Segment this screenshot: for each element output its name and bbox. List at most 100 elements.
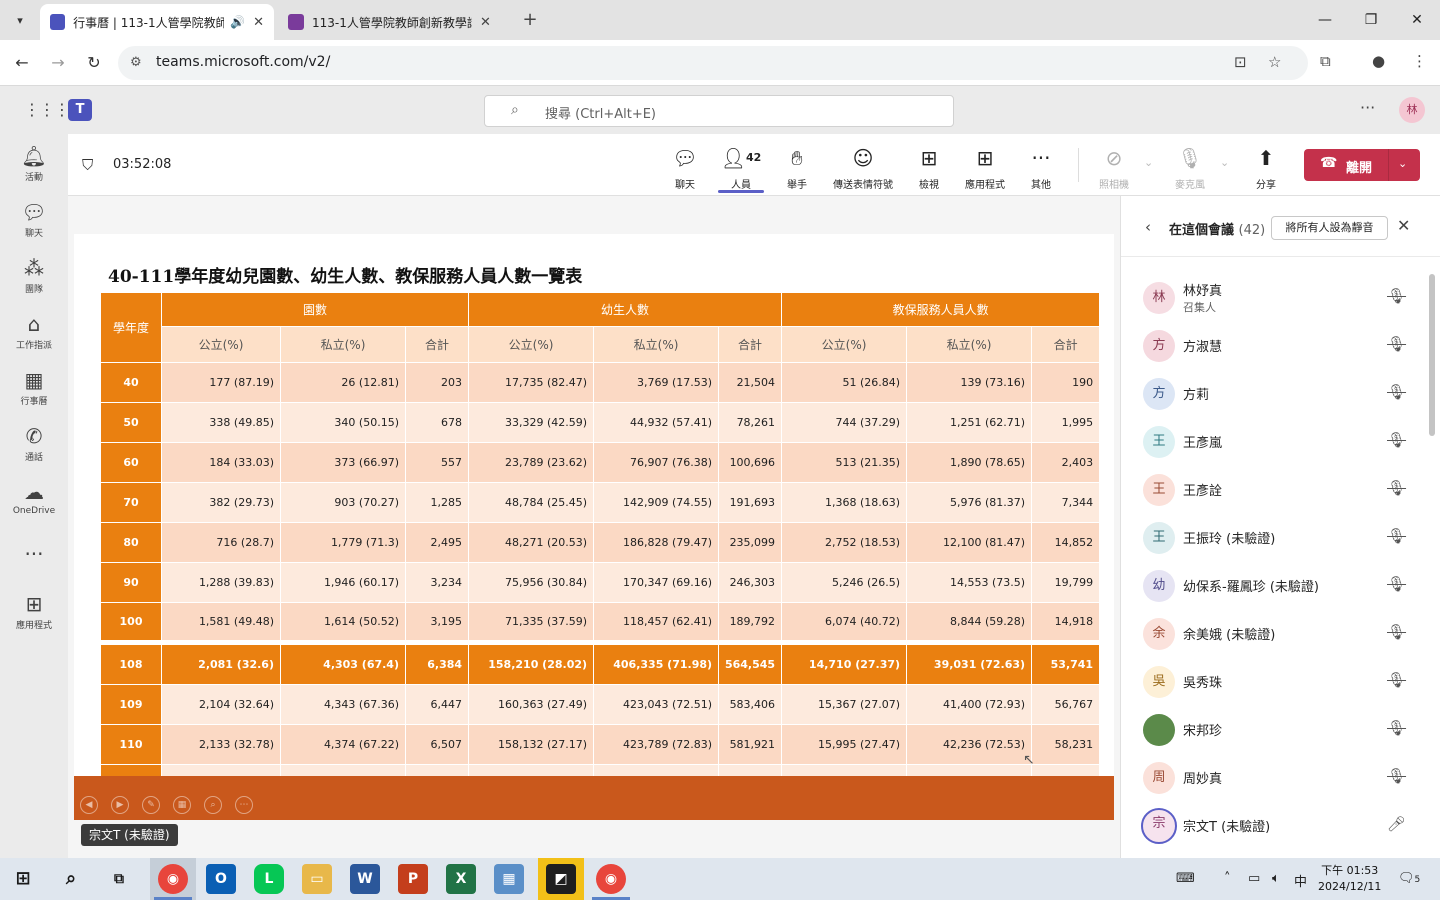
back-chevron-icon[interactable]: ‹ [1145, 218, 1151, 236]
sticky-notes-icon[interactable]: ◩ [546, 864, 576, 894]
close-window-button[interactable]: ✕ [1394, 0, 1440, 40]
panel-scrollbar[interactable] [1429, 274, 1435, 436]
browser-tab-calendar[interactable]: 行事曆 | 113-1人管學院教師 🔊 ✕ [40, 4, 274, 40]
avatar[interactable]: 林 [1399, 97, 1425, 123]
browser-tab-forms[interactable]: 113-1人管學院教師創新教學講 ✕ [278, 4, 512, 40]
leave-options-chevron-icon[interactable]: ⌄ [1398, 157, 1407, 170]
mic-muted-icon[interactable]: 🎙︎ [1387, 383, 1406, 401]
more-actions-button[interactable]: ··· 其他 [1028, 146, 1054, 191]
view-button[interactable]: ⊞ 檢視 [916, 146, 942, 191]
participant-item[interactable]: 宗宗文T (未驗證) 🎤︎ [1121, 802, 1421, 850]
mic-icon[interactable]: 🎤︎ [1387, 815, 1406, 833]
raise-hand-button[interactable]: ✋︎ 舉手 [784, 146, 810, 191]
install-app-icon[interactable]: ⊡ [1234, 53, 1247, 71]
mic-muted-icon[interactable]: 🎙︎ [1387, 527, 1406, 545]
participant-item[interactable]: 周周妙真 🎙︎ [1121, 754, 1421, 802]
site-info-icon[interactable]: ⚙ [130, 55, 142, 70]
new-tab-button[interactable]: + [518, 8, 542, 32]
close-tab-icon[interactable]: ✕ [253, 15, 264, 30]
forward-button[interactable]: → [45, 50, 71, 76]
tab-search-dropdown[interactable]: ▾ [8, 8, 32, 32]
chat-button[interactable]: 💬︎ 聊天 [672, 146, 698, 191]
rail-calendar[interactable]: ▦ 行事曆 [0, 368, 68, 407]
notification-icon[interactable]: 🗨︎5 [1398, 871, 1420, 886]
participant-item[interactable]: 方方淑慧 🎙︎ [1121, 322, 1421, 370]
participant-item[interactable]: 方方莉 🎙︎ [1121, 370, 1421, 418]
participant-item[interactable]: 幼幼保系-羅鳳珍 (未驗證) 🎙︎ [1121, 562, 1421, 610]
file-explorer-icon[interactable]: ▭ [302, 864, 332, 894]
mic-muted-icon[interactable]: 🎙︎ [1387, 719, 1406, 737]
mic-muted-icon[interactable]: 🎙︎ [1387, 623, 1406, 641]
slides-grid-icon[interactable]: ▦ [173, 796, 191, 814]
prev-slide-icon[interactable]: ◀ [80, 796, 98, 814]
rail-assignments[interactable]: ⌂ 工作指派 [0, 312, 68, 351]
excel-icon[interactable]: X [446, 864, 476, 894]
browser-menu-icon[interactable]: ⋮ [1412, 52, 1427, 70]
profile-icon[interactable]: ● [1372, 52, 1385, 70]
rail-teams[interactable]: ⁂ 團隊 [0, 256, 68, 295]
outlook-icon[interactable]: O [206, 864, 236, 894]
url-text[interactable]: teams.microsoft.com/v2/ [156, 54, 330, 70]
mic-muted-icon[interactable]: 🎙︎ [1387, 479, 1406, 497]
participant-item[interactable]: 宋邦珍 🎙︎ [1121, 706, 1421, 754]
mic-muted-icon[interactable]: 🎙︎ [1387, 671, 1406, 689]
close-tab-icon[interactable]: ✕ [480, 15, 491, 30]
mic-muted-icon[interactable]: 🎙︎ [1387, 431, 1406, 449]
system-clock[interactable]: 下午 01:53 2024/12/11 [1318, 863, 1381, 895]
ime-indicator[interactable]: 中 [1294, 871, 1307, 890]
word-icon[interactable]: W [350, 864, 380, 894]
camera-button[interactable]: ⊘ 照相機 [1096, 146, 1132, 191]
powerpoint-icon[interactable]: P [398, 864, 428, 894]
windows-start-icon[interactable]: ⊞ [8, 864, 38, 894]
bookmark-star-icon[interactable]: ☆ [1268, 53, 1281, 71]
network-icon[interactable]: ▭ [1248, 871, 1260, 886]
line-icon[interactable]: L [254, 864, 284, 894]
chrome-icon[interactable]: ◉ [158, 864, 188, 894]
rail-calls[interactable]: ✆ 通話 [0, 424, 68, 463]
back-button[interactable]: ← [9, 50, 35, 76]
minimize-button[interactable]: — [1302, 0, 1348, 40]
reactions-button[interactable]: ☺ 傳送表情符號 [828, 146, 898, 191]
search-box[interactable]: ⌕ 搜尋 (Ctrl+Alt+E) [484, 95, 954, 127]
volume-icon[interactable]: 🔈︎ [1272, 871, 1280, 886]
mic-muted-icon[interactable]: 🎙︎ [1387, 575, 1406, 593]
leave-button[interactable]: ☎ 離開 ⌄ [1304, 149, 1420, 181]
apps-button[interactable]: ⊞ 應用程式 [962, 146, 1008, 191]
participant-item[interactable]: 余余美娥 (未驗證) 🎙︎ [1121, 610, 1421, 658]
participant-item[interactable]: 林林妤真 召集人 🎙︎ [1121, 274, 1421, 322]
mic-muted-icon[interactable]: 🎙︎ [1387, 335, 1406, 353]
extensions-icon[interactable]: ⧉ [1320, 52, 1331, 70]
pen-icon[interactable]: ✎ [142, 796, 160, 814]
mic-muted-icon[interactable]: 🎙︎ [1387, 767, 1406, 785]
restore-button[interactable]: ❐ [1348, 0, 1394, 40]
taskbar-search-icon[interactable]: ⌕ [56, 864, 86, 894]
speaker-icon[interactable]: 🔊 [230, 15, 245, 29]
participant-item[interactable]: 吳吳秀珠 🎙︎ [1121, 658, 1421, 706]
participant-item[interactable]: 王王振玲 (未驗證) 🎙︎ [1121, 514, 1421, 562]
keyboard-icon[interactable]: ⌨ [1176, 871, 1195, 886]
app-launcher-icon[interactable]: ⋮⋮⋮ [24, 100, 70, 120]
mic-options-chevron-icon[interactable]: ⌄ [1220, 156, 1229, 169]
zoom-icon[interactable]: ⌕ [204, 796, 222, 814]
reload-button[interactable]: ↻ [81, 50, 107, 76]
close-panel-icon[interactable]: ✕ [1397, 216, 1410, 235]
camera-options-chevron-icon[interactable]: ⌄ [1144, 156, 1153, 169]
options-icon[interactable]: ⋯ [235, 796, 253, 814]
share-button[interactable]: ⬆ 分享 [1252, 146, 1280, 191]
omnibox[interactable]: ⚙ teams.microsoft.com/v2/ ⊡ ☆ [118, 46, 1308, 80]
people-button[interactable]: 👤︎42 人員 [720, 146, 762, 191]
participant-item[interactable]: 王王彥嵐 🎙︎ [1121, 418, 1421, 466]
rail-onedrive[interactable]: ☁ OneDrive [0, 480, 68, 516]
rail-apps[interactable]: ⊞ 應用程式 [0, 592, 68, 631]
next-slide-icon[interactable]: ▶ [111, 796, 129, 814]
rail-activity[interactable]: 🔔︎ 活動 [0, 144, 68, 183]
mic-muted-icon[interactable]: 🎙︎ [1387, 287, 1406, 305]
rail-more[interactable]: ··· [0, 542, 68, 568]
more-options-icon[interactable]: ··· [1360, 98, 1375, 117]
mic-button[interactable]: 🎙︎ 麥克風 [1172, 146, 1208, 191]
participant-item[interactable]: 王王彥詮 🎙︎ [1121, 466, 1421, 514]
chrome-profile-icon[interactable]: ◉ [596, 864, 626, 894]
calculator-icon[interactable]: ▦ [494, 864, 524, 894]
task-view-icon[interactable]: ⧉ [104, 864, 134, 894]
tray-expand-icon[interactable]: ˄ [1224, 871, 1231, 886]
